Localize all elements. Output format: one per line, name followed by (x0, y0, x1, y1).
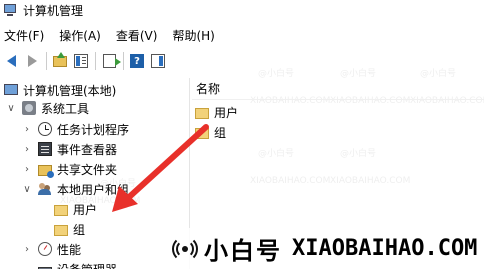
signal-icon (172, 235, 198, 262)
arrow-shaft (125, 124, 209, 201)
brand-name: 小白号 (204, 237, 282, 265)
brand-site: XIAOBAIHAO.COM (292, 236, 478, 261)
brand-watermark: 小白号 XIAOBAIHAO.COM (168, 228, 484, 269)
